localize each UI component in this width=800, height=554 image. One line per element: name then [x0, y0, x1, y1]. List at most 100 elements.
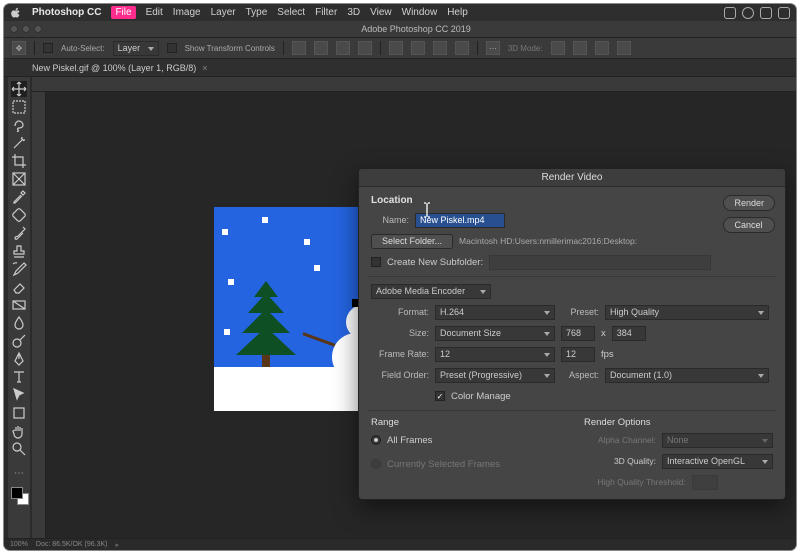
render-button[interactable]: Render — [723, 195, 775, 211]
path-select-tool[interactable] — [11, 387, 27, 403]
crop-tool[interactable] — [11, 153, 27, 169]
menu-image[interactable]: Image — [173, 7, 201, 18]
document-canvas[interactable] — [214, 207, 374, 411]
shape-tool[interactable] — [11, 405, 27, 421]
close-window-icon[interactable] — [10, 25, 18, 33]
framerate-label: Frame Rate: — [371, 349, 429, 359]
align-icon[interactable] — [358, 41, 372, 55]
fps-label: fps — [601, 349, 614, 360]
hand-tool[interactable] — [11, 423, 27, 439]
edit-toolbar-icon[interactable]: ⋯ — [11, 465, 27, 481]
show-transform-checkbox[interactable] — [167, 43, 177, 53]
color-manage-checkbox[interactable] — [435, 391, 445, 401]
menu-layer[interactable]: Layer — [211, 7, 236, 18]
document-tab-bar: New Piskel.gif @ 100% (Layer 1, RGB/8) × — [4, 59, 796, 77]
cancel-button[interactable]: Cancel — [723, 217, 775, 233]
selected-frames-radio — [371, 459, 381, 469]
menu-3d[interactable]: 3D — [347, 7, 360, 18]
mode-3d-icon[interactable] — [595, 41, 609, 55]
status-icon[interactable] — [778, 7, 790, 19]
distribute-icon[interactable] — [411, 41, 425, 55]
menu-type[interactable]: Type — [246, 7, 268, 18]
size-select[interactable]: Document Size — [435, 326, 555, 341]
show-transform-label: Show Transform Controls — [185, 44, 275, 53]
subfolder-input — [489, 255, 711, 270]
mode-3d-icon[interactable] — [573, 41, 587, 55]
x-label: x — [601, 328, 606, 339]
name-input[interactable]: New Piskel.mp4 — [415, 213, 505, 228]
encoder-select[interactable]: Adobe Media Encoder — [371, 284, 491, 299]
framerate-select[interactable]: 12 — [435, 347, 555, 362]
framerate-input[interactable]: 12 — [561, 347, 595, 362]
history-brush-tool[interactable] — [11, 261, 27, 277]
wand-tool[interactable] — [11, 135, 27, 151]
align-icon[interactable] — [292, 41, 306, 55]
frame-tool[interactable] — [11, 171, 27, 187]
auto-select-checkbox[interactable] — [43, 43, 53, 53]
align-icon[interactable] — [314, 41, 328, 55]
preset-select[interactable]: High Quality — [605, 305, 769, 320]
marquee-tool[interactable] — [11, 99, 27, 115]
status-icon[interactable] — [742, 7, 754, 19]
field-order-select[interactable]: Preset (Progressive) — [435, 368, 555, 383]
lasso-tool[interactable] — [11, 117, 27, 133]
ruler-horizontal[interactable] — [32, 77, 796, 92]
auto-select-target[interactable]: Layer — [113, 41, 159, 56]
move-tool-icon[interactable]: ✥ — [12, 41, 26, 55]
ruler-vertical[interactable] — [32, 92, 46, 538]
width-input[interactable]: 768 — [561, 326, 595, 341]
zoom-level[interactable]: 100% — [10, 541, 28, 548]
mode-3d-icon[interactable] — [617, 41, 631, 55]
aspect-select[interactable]: Document (1.0) — [605, 368, 769, 383]
render-video-dialog: Render Video Render Cancel Location Name… — [358, 168, 786, 500]
mode-3d-icon[interactable] — [551, 41, 565, 55]
menu-window[interactable]: Window — [402, 7, 438, 18]
create-subfolder-checkbox[interactable] — [371, 257, 381, 267]
zoom-window-icon[interactable] — [34, 25, 42, 33]
all-frames-radio[interactable] — [371, 435, 381, 445]
doc-info[interactable]: Doc: 86.5K/OK (96.3K) — [36, 541, 108, 548]
distribute-icon[interactable] — [389, 41, 403, 55]
auto-select-label: Auto-Select: — [61, 44, 105, 53]
zoom-tool[interactable] — [11, 441, 27, 457]
align-icon[interactable] — [336, 41, 350, 55]
quality3d-select[interactable]: Interactive OpenGL — [662, 454, 773, 469]
dodge-tool[interactable] — [11, 333, 27, 349]
type-tool[interactable] — [11, 369, 27, 385]
folder-path: Macintosh HD:Users:nmillerimac2016:Deskt… — [459, 236, 637, 246]
menu-filter[interactable]: Filter — [315, 7, 337, 18]
document-tab[interactable]: New Piskel.gif @ 100% (Layer 1, RGB/8) — [32, 63, 196, 73]
gradient-tool[interactable] — [11, 297, 27, 313]
blur-tool[interactable] — [11, 315, 27, 331]
menu-view[interactable]: View — [370, 7, 392, 18]
apple-logo-icon[interactable] — [10, 7, 22, 19]
distribute-icon[interactable] — [433, 41, 447, 55]
distribute-icon[interactable] — [455, 41, 469, 55]
close-tab-icon[interactable]: × — [202, 63, 207, 73]
menu-select[interactable]: Select — [277, 7, 305, 18]
menu-file[interactable]: File — [111, 6, 135, 19]
color-swatches[interactable] — [11, 487, 29, 505]
foreground-color-swatch[interactable] — [11, 487, 23, 499]
window-title: Adobe Photoshop CC 2019 — [361, 24, 471, 34]
eraser-tool[interactable] — [11, 279, 27, 295]
status-icon[interactable] — [724, 7, 736, 19]
status-icon[interactable] — [760, 7, 772, 19]
mode-3d-label: 3D Mode: — [508, 44, 543, 53]
menubar-app-name[interactable]: Photoshop CC — [32, 7, 101, 18]
brush-tool[interactable] — [11, 225, 27, 241]
height-input[interactable]: 384 — [612, 326, 646, 341]
minimize-window-icon[interactable] — [22, 25, 30, 33]
format-select[interactable]: H.264 — [435, 305, 555, 320]
pen-tool[interactable] — [11, 351, 27, 367]
stamp-tool[interactable] — [11, 243, 27, 259]
select-folder-button[interactable]: Select Folder... — [371, 234, 453, 249]
menu-help[interactable]: Help — [447, 7, 468, 18]
eyedropper-tool[interactable] — [11, 189, 27, 205]
window-titlebar: Adobe Photoshop CC 2019 — [4, 21, 796, 37]
menu-edit[interactable]: Edit — [146, 7, 163, 18]
heal-tool[interactable] — [11, 207, 27, 223]
mac-menubar: Photoshop CC File Edit Image Layer Type … — [4, 4, 796, 21]
move-tool[interactable] — [11, 81, 27, 97]
more-icon[interactable]: ⋯ — [486, 41, 500, 55]
